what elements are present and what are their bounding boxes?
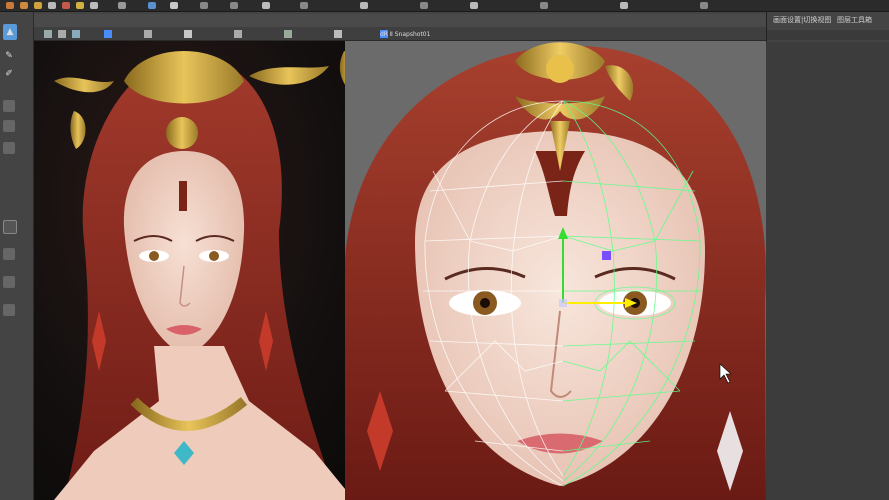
toolbar-icon[interactable] <box>620 2 628 9</box>
resolution-gate-icon[interactable] <box>334 30 342 38</box>
file-icon[interactable] <box>6 2 14 9</box>
undo-icon[interactable] <box>20 2 28 9</box>
grid-icon[interactable] <box>3 248 15 260</box>
toolbar-icon[interactable] <box>300 2 308 9</box>
rotate-icon[interactable] <box>76 2 84 9</box>
camera-icon[interactable] <box>58 30 66 38</box>
paint-icon[interactable]: ✎ <box>3 50 15 62</box>
layer-icon[interactable] <box>3 100 15 112</box>
right-panel-header: 画面设置|切换视图 图层工具箱 <box>766 12 889 42</box>
toolbar-icon[interactable] <box>470 2 478 9</box>
select-arrow-icon[interactable]: ▲ <box>3 24 17 40</box>
tool-settings-icon[interactable] <box>3 220 17 234</box>
character-render <box>54 51 363 500</box>
modeling-viewport[interactable] <box>345 41 766 500</box>
tab-layer-toolbox[interactable]: 图层工具箱 <box>837 15 872 25</box>
scale-icon[interactable] <box>90 2 98 9</box>
toolbar-icon[interactable] <box>360 2 368 9</box>
component-icon[interactable] <box>3 142 15 154</box>
tab-display-settings[interactable]: 画面设置|切换视图 <box>773 15 831 25</box>
shelf-row <box>34 14 766 27</box>
redo-icon[interactable] <box>34 2 42 9</box>
settings-icon[interactable] <box>170 2 178 9</box>
brush-icon[interactable]: ✐ <box>3 68 15 80</box>
object-icon[interactable] <box>3 120 15 132</box>
toolbar-icon[interactable] <box>420 2 428 9</box>
viewport-panel-menu[interactable]: dR Ⅱ Snapshot01 <box>380 31 430 38</box>
move-icon[interactable] <box>62 2 70 9</box>
snap-icon[interactable] <box>118 2 126 9</box>
toolbar-icon[interactable] <box>262 2 270 9</box>
view-icon[interactable] <box>44 30 52 38</box>
wireframe-icon[interactable] <box>184 30 192 38</box>
face-wireframe-render <box>345 42 766 500</box>
render-icon[interactable] <box>148 2 156 9</box>
tool-box: ▲ ✎ ✐ <box>0 12 34 500</box>
outliner-icon[interactable] <box>3 276 15 288</box>
toolbar-icon[interactable] <box>540 2 548 9</box>
render-viewport[interactable] <box>34 41 374 500</box>
select-icon[interactable] <box>48 2 56 9</box>
grid-toggle-icon[interactable] <box>144 30 152 38</box>
top-toolbar <box>0 0 889 12</box>
right-panel-row <box>767 30 889 40</box>
shading-icon[interactable] <box>72 30 80 38</box>
isolate-icon[interactable] <box>284 30 292 38</box>
toolbar-icon[interactable] <box>230 2 238 9</box>
gizmo-plane-handle <box>602 251 611 260</box>
channel-icon[interactable] <box>3 304 15 316</box>
lighting-icon[interactable] <box>104 30 112 38</box>
toolbar-icon[interactable] <box>700 2 708 9</box>
xray-icon[interactable] <box>234 30 242 38</box>
toolbar-icon[interactable] <box>200 2 208 9</box>
